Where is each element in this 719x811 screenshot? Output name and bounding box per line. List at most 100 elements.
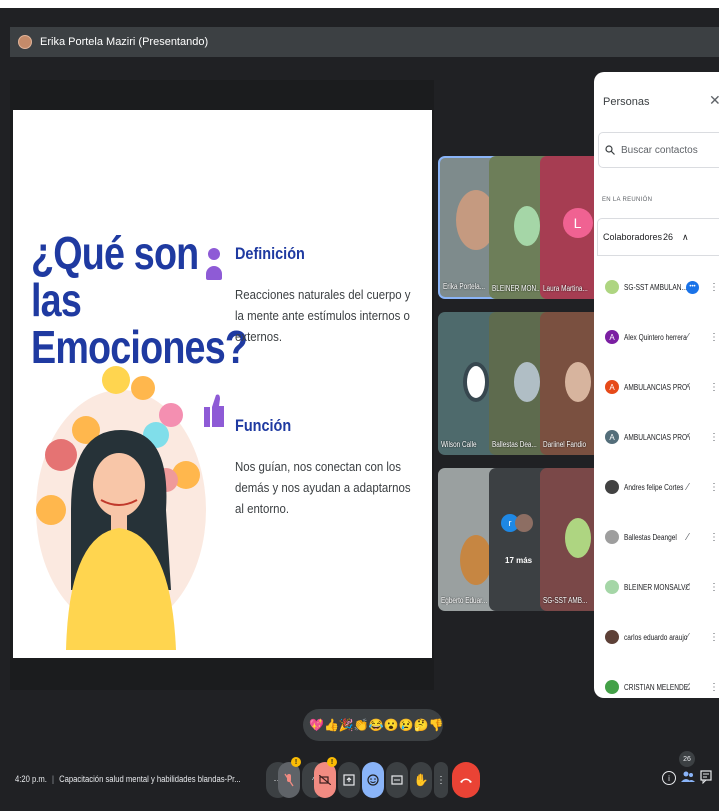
more-options-icon[interactable]: ⋮ bbox=[709, 432, 719, 443]
participant-avatar bbox=[515, 514, 533, 532]
leave-call-button[interactable] bbox=[452, 762, 480, 798]
participant-name: Wilson Calle bbox=[441, 440, 477, 449]
clap-reaction[interactable]: 👏 bbox=[354, 718, 369, 732]
laugh-reaction[interactable]: 😂 bbox=[369, 718, 384, 732]
participant-row[interactable]: A Alex Quintero herrera ⁄ ⋮ bbox=[594, 312, 719, 362]
definition-text: Reacciones naturales del cuerpo y la men… bbox=[235, 287, 411, 344]
participant-avatar: A bbox=[605, 380, 619, 394]
participant-row[interactable]: carlos eduardo araujo ... ⁄ ⋮ bbox=[594, 612, 719, 662]
camera-button[interactable]: ! bbox=[314, 757, 337, 798]
participant-row[interactable]: BLEINER MONSALVO BA ⁄ ⋮ bbox=[594, 562, 719, 612]
mic-off-icon: ⁄ bbox=[687, 331, 689, 343]
participant-avatar bbox=[605, 680, 619, 694]
participant-avatar: A bbox=[605, 330, 619, 344]
participant-avatar bbox=[605, 280, 619, 294]
more-options-icon[interactable]: ⋮ bbox=[709, 632, 719, 643]
camera-warning-badge: ! bbox=[327, 757, 337, 767]
mic-off-icon: ⁄ bbox=[687, 381, 689, 393]
top-strip bbox=[0, 0, 719, 8]
participant-avatar bbox=[564, 361, 591, 402]
participant-name: AMBULANCIAS PROYE... bbox=[624, 382, 690, 392]
reactions-bar: 💖 👍 🎉 👏 😂 😮 😢 🤔 👎 bbox=[303, 709, 444, 741]
participant-avatar bbox=[605, 480, 619, 494]
present-button[interactable] bbox=[338, 762, 360, 798]
group-count: 26 bbox=[663, 232, 674, 242]
mic-button[interactable]: ! bbox=[278, 757, 301, 798]
more-options-icon[interactable]: ⋮ bbox=[709, 382, 719, 393]
presenter-label: Erika Portela Maziri (Presentando) bbox=[40, 36, 209, 48]
participant-name: CRISTIAN MELENDEZ bbox=[624, 682, 690, 692]
emoji-icon bbox=[367, 774, 379, 786]
clock-time: 4:20 p.m. bbox=[15, 774, 47, 784]
participant-name: Egberto Eduar... bbox=[441, 596, 488, 605]
more-options-icon[interactable]: ⋮ bbox=[709, 582, 719, 593]
person-icon bbox=[206, 248, 222, 286]
people-count-badge: 26 bbox=[679, 751, 695, 767]
thumbs-up-reaction[interactable]: 👍 bbox=[324, 718, 339, 732]
emoji-button[interactable] bbox=[362, 762, 384, 798]
participant-name: Alex Quintero herrera bbox=[624, 332, 687, 342]
mic-off-icon: ⁄ bbox=[687, 431, 689, 443]
sad-reaction[interactable]: 😢 bbox=[399, 718, 414, 732]
participant-avatar bbox=[513, 361, 540, 402]
people-button[interactable] bbox=[681, 768, 695, 789]
mic-off-icon: ⁄ bbox=[687, 631, 689, 643]
more-options-icon[interactable]: ⋮ bbox=[709, 532, 719, 543]
search-icon bbox=[605, 145, 615, 155]
group-label: Colaboradores bbox=[603, 232, 663, 242]
chevron-up-icon[interactable]: ∧ bbox=[682, 232, 689, 243]
close-icon[interactable]: ✕ bbox=[709, 92, 719, 109]
participant-name: Andres felipe Cortes bbox=[624, 482, 684, 492]
participant-row[interactable]: SG-SST AMBULAN... (Tú) ••• ⋮ bbox=[594, 262, 719, 312]
heart-reaction[interactable]: 💖 bbox=[309, 718, 324, 732]
participant-name: BLEINER MON... bbox=[492, 284, 542, 293]
more-options-icon[interactable]: ⋮ bbox=[709, 482, 719, 493]
participant-avatar bbox=[564, 517, 591, 558]
mic-warning-badge: ! bbox=[291, 757, 301, 767]
camera-off-icon bbox=[319, 775, 331, 785]
participant-row[interactable]: A AMBULANCIAS PROYE... ⁄ ⋮ bbox=[594, 362, 719, 412]
participant-row[interactable]: CRISTIAN MELENDEZ ⁄ ⋮ bbox=[594, 662, 719, 698]
collaborators-group-header[interactable]: Colaboradores 26 ∧ bbox=[597, 218, 719, 256]
participant-video bbox=[459, 534, 492, 585]
search-input[interactable] bbox=[621, 144, 719, 156]
participant-avatar: L bbox=[562, 207, 593, 238]
surprised-reaction[interactable]: 😮 bbox=[384, 718, 399, 732]
participant-row[interactable]: Ballestas Deangel ⁄ ⋮ bbox=[594, 512, 719, 562]
thumbs-down-reaction[interactable]: 👎 bbox=[429, 718, 444, 732]
more-options-icon[interactable]: ⋮ bbox=[709, 332, 719, 343]
people-icon bbox=[681, 771, 695, 782]
info-icon[interactable]: i bbox=[662, 771, 676, 785]
participant-avatar bbox=[605, 530, 619, 544]
present-icon bbox=[343, 774, 355, 786]
more-vert-icon: ⋮ bbox=[436, 774, 446, 786]
mic-off-icon: ⁄ bbox=[687, 581, 689, 593]
participant-name: Ballestas Dea... bbox=[492, 440, 537, 449]
participant-name: Ballestas Deangel bbox=[624, 532, 677, 542]
participant-row[interactable]: A AMBULANCIAS PROYE... ⁄ ⋮ bbox=[594, 412, 719, 462]
mic-off-icon: ⁄ bbox=[687, 531, 689, 543]
mic-off-icon: ⁄ bbox=[687, 481, 689, 493]
section-label: EN LA REUNIÓN bbox=[602, 197, 653, 203]
meeting-info: 4:20 p.m. | Capacitación salud mental y ha… bbox=[15, 774, 241, 784]
raise-hand-button[interactable]: ✋ bbox=[410, 762, 432, 798]
slide-title: ¿Qué son las Emociones? bbox=[31, 227, 248, 373]
more-count-label: 17 más bbox=[505, 556, 533, 565]
participant-name: SG-SST AMB... bbox=[543, 596, 588, 605]
more-options-icon[interactable]: ⋮ bbox=[709, 682, 719, 693]
more-options-button[interactable]: ⋮ bbox=[434, 762, 448, 798]
presenter-bar: Erika Portela Maziri (Presentando) bbox=[10, 27, 719, 57]
participant-name: carlos eduardo araujo ... bbox=[624, 632, 690, 642]
thinking-reaction[interactable]: 🤔 bbox=[414, 718, 429, 732]
participant-avatar: A bbox=[605, 430, 619, 444]
function-heading: Función bbox=[235, 416, 292, 435]
people-panel-title: Personas bbox=[603, 96, 650, 108]
chat-button[interactable] bbox=[700, 770, 712, 789]
participant-name: SG-SST AMBULAN... (Tú) bbox=[624, 282, 690, 292]
participant-row[interactable]: Andres felipe Cortes ⁄ ⋮ bbox=[594, 462, 719, 512]
more-options-icon[interactable]: ⋮ bbox=[709, 282, 719, 293]
search-contacts[interactable] bbox=[598, 132, 719, 168]
party-reaction[interactable]: 🎉 bbox=[339, 718, 354, 732]
participant-avatar bbox=[605, 630, 619, 644]
captions-button[interactable] bbox=[386, 762, 408, 798]
